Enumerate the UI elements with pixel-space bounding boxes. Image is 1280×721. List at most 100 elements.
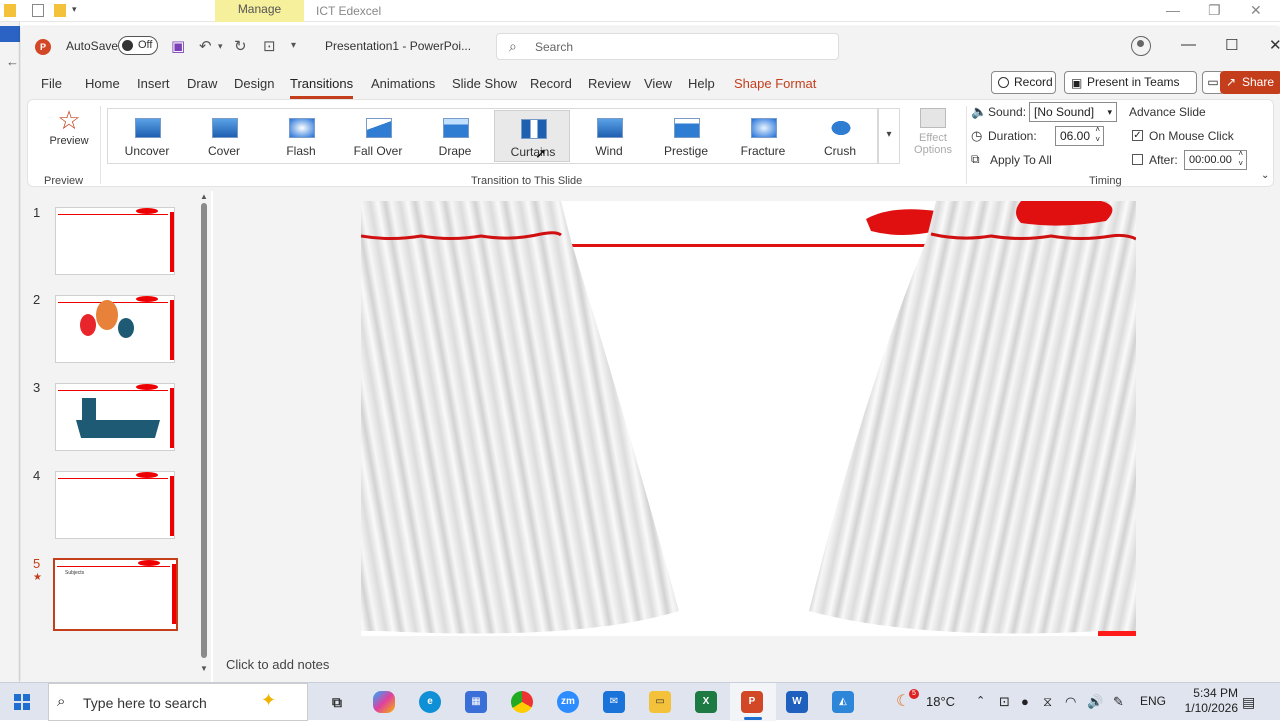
- redo-icon[interactable]: ↻: [234, 37, 247, 55]
- taskbar-clock[interactable]: 5:34 PM 1/10/2026: [1168, 686, 1238, 716]
- scroll-up-icon[interactable]: ▲: [200, 192, 208, 201]
- show-hidden-icons-icon[interactable]: ⌃: [976, 694, 985, 707]
- excel-icon[interactable]: X: [695, 691, 717, 713]
- slide-thumbnail-5[interactable]: Subjects: [53, 558, 178, 631]
- transition-curtains[interactable]: Curtains ➚: [494, 110, 570, 162]
- on-mouse-click-checkbox[interactable]: ✓: [1132, 130, 1143, 141]
- temperature[interactable]: 18°C: [926, 694, 955, 709]
- restore-icon[interactable]: ❐: [1208, 2, 1221, 19]
- transition-crush[interactable]: Crush: [802, 110, 878, 162]
- undo-icon[interactable]: ↶: [199, 37, 212, 55]
- tab-slide-show[interactable]: Slide Show: [452, 76, 517, 91]
- wifi-icon[interactable]: ◠: [1065, 694, 1076, 710]
- save-icon[interactable]: ▣: [171, 37, 185, 55]
- tab-design[interactable]: Design: [234, 76, 274, 91]
- pen-icon[interactable]: ✎: [1113, 694, 1124, 710]
- powerpoint-taskbar-active[interactable]: P: [730, 683, 776, 721]
- effect-options-button[interactable]: Effect Options: [904, 108, 962, 168]
- advance-slide-label: Advance Slide: [1129, 105, 1206, 119]
- zoom-icon[interactable]: zm: [557, 691, 579, 713]
- tab-animations[interactable]: Animations: [371, 76, 435, 91]
- after-time-input[interactable]: 00:00.00 ˄ ˅: [1184, 149, 1247, 170]
- slide-thumbnail-1[interactable]: [55, 207, 175, 275]
- transition-drape[interactable]: Drape: [417, 110, 493, 162]
- transition-label: Drape: [438, 144, 472, 158]
- tab-record[interactable]: Record: [530, 76, 572, 91]
- after-checkbox[interactable]: [1132, 154, 1143, 165]
- tab-review[interactable]: Review: [588, 76, 631, 91]
- transition-cover[interactable]: Cover: [186, 110, 262, 162]
- record-button[interactable]: Record: [991, 71, 1056, 94]
- language-indicator[interactable]: ENG: [1140, 694, 1166, 708]
- minimize-icon[interactable]: —: [1181, 36, 1196, 53]
- share-button[interactable]: ↗ Share: [1220, 71, 1280, 94]
- tab-file[interactable]: File: [41, 76, 62, 91]
- slide-number-active: 5: [33, 556, 41, 571]
- camera-icon[interactable]: ⊡: [999, 694, 1010, 710]
- slide-red-blob: [138, 560, 160, 566]
- volume-icon[interactable]: 🔊: [1087, 694, 1103, 710]
- notifications-icon[interactable]: ▤: [1242, 694, 1255, 711]
- tab-help[interactable]: Help: [688, 76, 715, 91]
- slide-thumbnail-4[interactable]: [55, 471, 175, 539]
- presenter-icon[interactable]: ⊡: [263, 37, 276, 55]
- transition-uncover[interactable]: Uncover: [109, 110, 185, 162]
- tab-draw[interactable]: Draw: [187, 76, 217, 91]
- paint-icon[interactable]: ◭: [832, 691, 854, 713]
- tab-home[interactable]: Home: [85, 76, 120, 91]
- manage-tab[interactable]: Manage: [215, 0, 304, 22]
- thumbnail-scrollbar[interactable]: [201, 203, 207, 658]
- collapse-ribbon-icon[interactable]: ⌄: [1261, 170, 1269, 181]
- transition-flash[interactable]: Flash: [263, 110, 339, 162]
- sound-dropdown[interactable]: [No Sound] ▾: [1029, 102, 1117, 122]
- network-icon[interactable]: ⧖: [1043, 694, 1052, 710]
- transition-wind[interactable]: Wind: [571, 110, 647, 162]
- search-box[interactable]: ⌕ Search: [496, 33, 839, 60]
- background-window-strip: ▾ Manage ICT Edexcel — ❐ ✕: [0, 0, 1280, 22]
- balloon-red: [80, 314, 96, 336]
- word-icon[interactable]: W: [786, 691, 808, 713]
- ribbon: ☆ Preview Preview Uncover Cover Flash Fa…: [21, 99, 1280, 191]
- customize-toolbar-icon[interactable]: ▾: [291, 40, 296, 51]
- slide-thumbnail-3[interactable]: [55, 383, 175, 451]
- close-icon[interactable]: ✕: [1269, 36, 1280, 54]
- spinner-icon[interactable]: ˄ ˅: [1095, 125, 1100, 145]
- tab-insert[interactable]: Insert: [137, 76, 170, 91]
- undo-dropdown-icon[interactable]: ▾: [218, 41, 223, 52]
- back-arrow-icon[interactable]: ←: [6, 54, 19, 69]
- maximize-icon[interactable]: ☐: [1225, 36, 1238, 54]
- minimize-icon[interactable]: —: [1166, 2, 1180, 18]
- gallery-more-button[interactable]: ▾: [878, 108, 900, 164]
- taskbar-search-box[interactable]: ⌕ Type here to search ✦: [48, 683, 308, 721]
- chrome-icon[interactable]: [511, 691, 533, 713]
- task-view-icon[interactable]: ⧉: [326, 691, 348, 713]
- edge-icon[interactable]: e: [419, 691, 441, 713]
- current-slide-canvas[interactable]: [361, 201, 1136, 636]
- scroll-down-icon[interactable]: ▼: [200, 664, 208, 673]
- transition-fracture[interactable]: Fracture: [725, 110, 801, 162]
- spinner-icon[interactable]: ˄ ˅: [1238, 149, 1243, 169]
- notes-placeholder[interactable]: Click to add notes: [226, 657, 329, 672]
- present-in-teams-label: Present in Teams: [1087, 75, 1180, 89]
- slide-editing-area: Click to add notes: [213, 191, 1280, 682]
- apply-to-all-button[interactable]: Apply To All: [990, 153, 1052, 167]
- account-avatar-icon[interactable]: [1131, 36, 1151, 56]
- store-icon[interactable]: ▦: [465, 691, 487, 713]
- tab-transitions[interactable]: Transitions: [290, 76, 354, 99]
- windows-start-icon[interactable]: [14, 694, 30, 710]
- microphone-icon[interactable]: ●: [1021, 694, 1029, 709]
- transition-prestige[interactable]: Prestige: [648, 110, 724, 162]
- preview-button[interactable]: ☆ Preview: [46, 105, 92, 161]
- mail-icon[interactable]: ✉: [603, 691, 625, 713]
- duration-input[interactable]: 06.00 ˄ ˅: [1055, 125, 1104, 146]
- sound-value: [No Sound]: [1034, 105, 1095, 119]
- slide-thumbnail-2[interactable]: [55, 295, 175, 363]
- tab-view[interactable]: View: [644, 76, 672, 91]
- file-explorer-icon[interactable]: ▭: [649, 691, 671, 713]
- close-icon[interactable]: ✕: [1250, 2, 1262, 19]
- present-in-teams-button[interactable]: ▣ Present in Teams: [1064, 71, 1197, 94]
- transition-fall-over[interactable]: Fall Over: [340, 110, 416, 162]
- copilot-icon[interactable]: [373, 691, 395, 713]
- tab-shape-format[interactable]: Shape Format: [734, 76, 816, 91]
- autosave-toggle[interactable]: Off: [118, 36, 158, 55]
